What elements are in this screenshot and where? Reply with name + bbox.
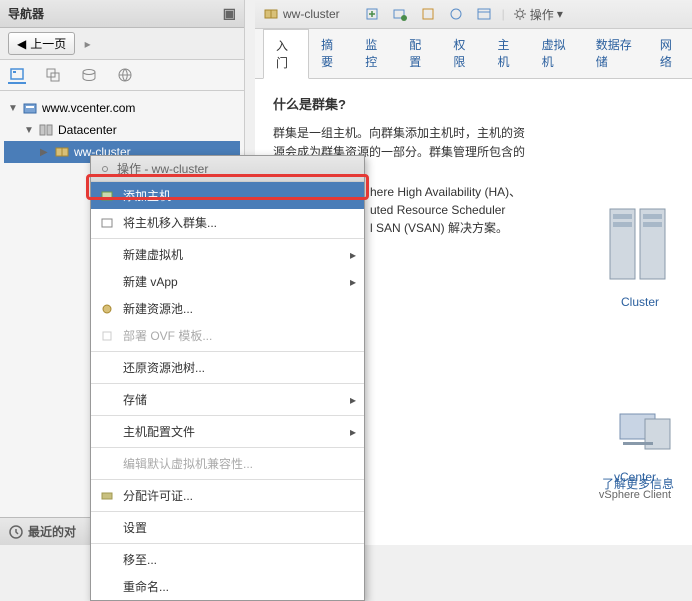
new-pool-icon[interactable] <box>446 4 466 24</box>
chevron-right-icon: ▸ <box>350 393 356 407</box>
back-button[interactable]: ◀ 上一页 <box>8 32 75 55</box>
tab-monitor[interactable]: 监控 <box>353 29 397 78</box>
menu-host-profiles[interactable]: 主机配置文件▸ <box>91 418 364 445</box>
storage-view-icon[interactable] <box>80 66 98 84</box>
tree-datacenter[interactable]: ▼ Datacenter <box>4 119 240 141</box>
nav-view-icons <box>0 60 244 91</box>
overflow-text: here High Availability (HA)、 uted Resour… <box>370 183 521 237</box>
breadcrumb[interactable]: ww-cluster <box>263 6 340 22</box>
network-view-icon[interactable] <box>116 66 134 84</box>
learn-more-link[interactable]: 了解更多信息 <box>602 475 674 492</box>
menu-deploy-ovf: 部署 OVF 模板... <box>91 322 364 349</box>
content-heading: 什么是群集? <box>273 95 674 116</box>
context-menu: 操作 - ww-cluster 添加主机... 将主机移入群集... 新建虚拟机… <box>90 155 365 601</box>
actions-label: 操作 <box>530 6 554 23</box>
menu-settings[interactable]: 设置 <box>91 514 364 541</box>
tree-vcenter[interactable]: ▼ www.vcenter.com <box>4 97 240 119</box>
new-vm-icon[interactable] <box>390 4 410 24</box>
tab-permissions[interactable]: 权限 <box>441 29 485 78</box>
vcenter-icon <box>22 100 38 116</box>
chevron-right-icon: ▸ <box>350 248 356 262</box>
tab-getting-started[interactable]: 入门 <box>263 29 309 79</box>
menu-new-vapp[interactable]: 新建 vApp▸ <box>91 268 364 295</box>
add-host-icon[interactable] <box>362 4 382 24</box>
context-menu-header: 操作 - ww-cluster <box>91 156 364 182</box>
collapse-icon[interactable]: ▼ <box>8 103 18 114</box>
crumb-label: ww-cluster <box>283 7 340 21</box>
datacenter-icon <box>38 122 54 138</box>
pin-icon[interactable]: ▣ <box>223 5 236 22</box>
tab-datastores[interactable]: 数据存储 <box>584 29 648 78</box>
gear-icon <box>99 163 111 175</box>
hosts-view-icon[interactable] <box>8 66 26 84</box>
menu-move-host[interactable]: 将主机移入群集... <box>91 209 364 236</box>
chevron-right-icon: ▸ <box>350 425 356 439</box>
tab-bar: 入门 摘要 监控 配置 权限 主机 虚拟机 数据存储 网络 <box>255 29 692 79</box>
menu-new-vm[interactable]: 新建虚拟机▸ <box>91 241 364 268</box>
add-host-icon <box>99 188 115 204</box>
vcenter-label: www.vcenter.com <box>42 101 135 115</box>
datacenter-label: Datacenter <box>58 123 117 137</box>
pool-icon <box>99 301 115 317</box>
menu-edit-compat: 编辑默认虚拟机兼容性... <box>91 450 364 477</box>
menu-restore-pool[interactable]: 还原资源池树... <box>91 354 364 381</box>
chevron-down-icon: ▾ <box>557 7 563 21</box>
actions-menu[interactable]: 操作 ▾ <box>513 6 563 23</box>
recent-label: 最近的对 <box>28 523 76 540</box>
cluster-icon <box>263 6 279 22</box>
schedule-icon[interactable] <box>474 4 494 24</box>
menu-new-pool[interactable]: 新建资源池... <box>91 295 364 322</box>
tab-summary[interactable]: 摘要 <box>309 29 353 78</box>
expand-icon[interactable]: ▶ <box>40 147 50 158</box>
top-toolbar: ww-cluster | 操作 ▾ <box>255 0 692 29</box>
navigator-header: 导航器 ▣ <box>0 0 244 28</box>
tab-networks[interactable]: 网络 <box>648 29 692 78</box>
tab-configure[interactable]: 配置 <box>397 29 441 78</box>
clock-icon <box>8 524 24 540</box>
menu-rename[interactable]: 重命名... <box>91 573 364 600</box>
license-icon <box>99 488 115 504</box>
cluster-diagram: Cluster <box>600 199 680 312</box>
arrow-left-icon: ◀ <box>17 37 26 51</box>
tab-vms[interactable]: 虚拟机 <box>530 29 584 78</box>
chevron-right-icon: ▸ <box>350 275 356 289</box>
collapse-icon[interactable]: ▼ <box>24 125 34 136</box>
dropdown-icon[interactable]: ▸ <box>85 37 91 51</box>
cluster-diagram-label: Cluster <box>600 293 680 312</box>
nav-back-row: ◀ 上一页 ▸ <box>0 28 244 60</box>
move-host-icon <box>99 215 115 231</box>
navigator-title: 导航器 <box>8 5 44 22</box>
back-label: 上一页 <box>30 35 66 52</box>
new-vapp-icon[interactable] <box>418 4 438 24</box>
gear-icon <box>513 7 527 21</box>
vms-view-icon[interactable] <box>44 66 62 84</box>
ovf-icon <box>99 328 115 344</box>
menu-storage[interactable]: 存储▸ <box>91 386 364 413</box>
menu-add-host[interactable]: 添加主机... <box>91 182 364 209</box>
menu-move-to[interactable]: 移至... <box>91 546 364 573</box>
menu-assign-license[interactable]: 分配许可证... <box>91 482 364 509</box>
cluster-icon <box>54 144 70 160</box>
tab-hosts[interactable]: 主机 <box>485 29 529 78</box>
